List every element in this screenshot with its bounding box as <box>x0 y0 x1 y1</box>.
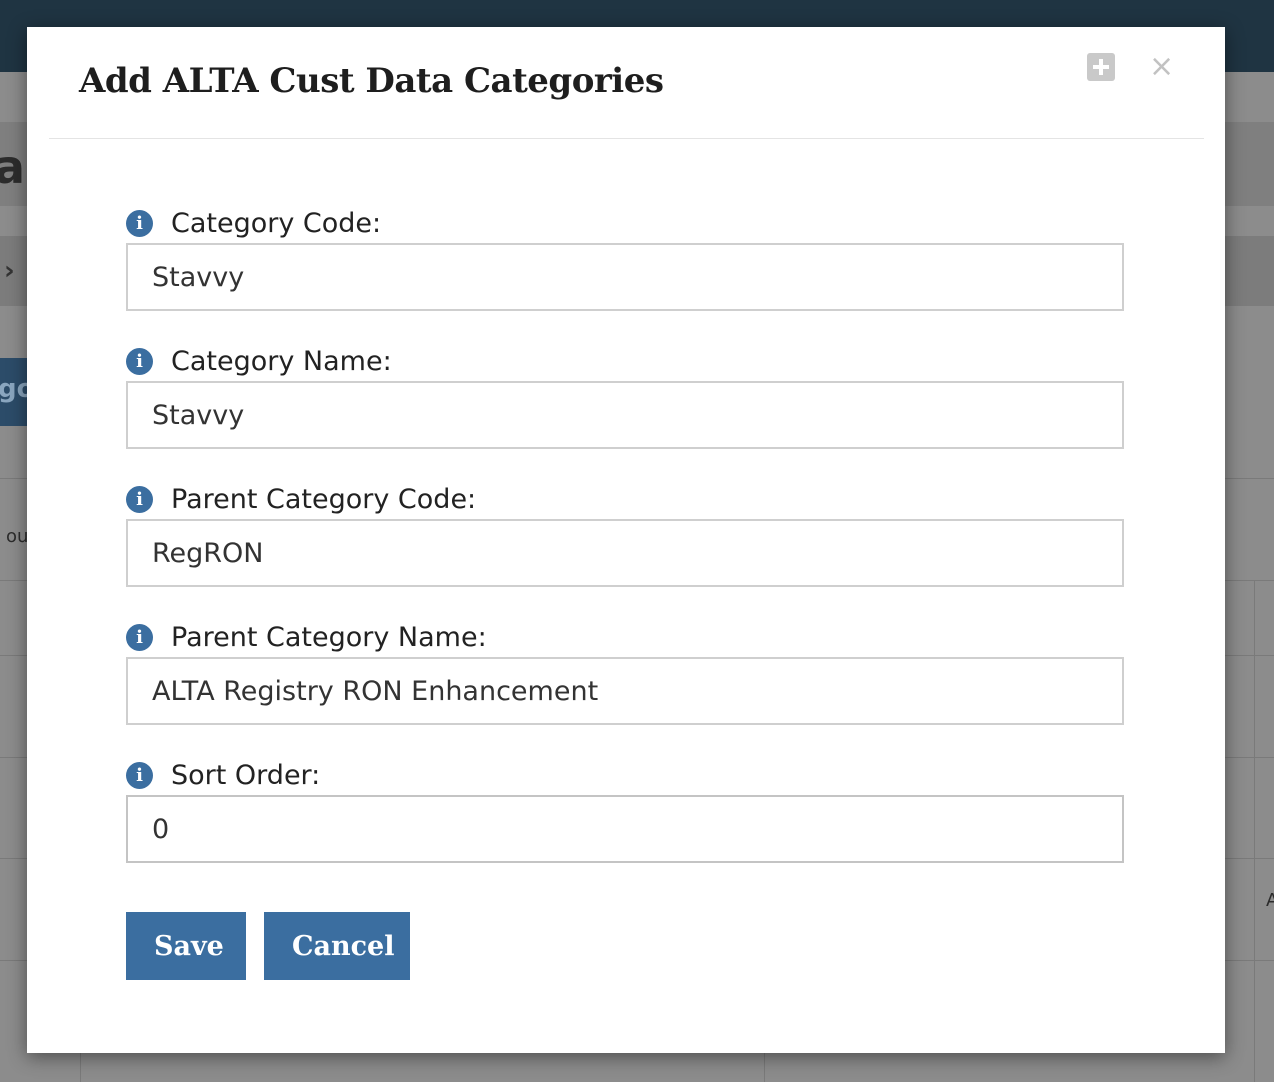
category-code-input[interactable] <box>126 243 1124 311</box>
cancel-button[interactable]: Cancel <box>264 912 410 980</box>
background-row-text: ou <box>6 526 29 547</box>
field-label-row: i Parent Category Name: <box>126 619 1124 655</box>
sort-order-input[interactable] <box>126 795 1124 863</box>
field-label-row: i Sort Order: <box>126 757 1124 793</box>
save-button[interactable]: Save <box>126 912 246 980</box>
category-code-label: Category Code: <box>171 207 382 239</box>
field-sort-order: i Sort Order: <box>126 757 1124 895</box>
field-label-row: i Category Name: <box>126 343 1124 379</box>
dialog-title: Add ALTA Cust Data Categories <box>79 61 664 101</box>
parent-category-code-input[interactable] <box>126 519 1124 587</box>
info-icon[interactable]: i <box>126 209 153 237</box>
field-parent-category-code: i Parent Category Code: <box>126 481 1124 619</box>
dialog-header-actions: × <box>1087 52 1174 82</box>
parent-category-name-label: Parent Category Name: <box>171 621 487 653</box>
background-column-divider <box>1254 580 1255 1082</box>
field-label-row: i Category Code: <box>126 205 1124 241</box>
field-label-row: i Parent Category Code: <box>126 481 1124 517</box>
category-name-label: Category Name: <box>171 345 392 377</box>
parent-category-name-input[interactable] <box>126 657 1124 725</box>
category-name-input[interactable] <box>126 381 1124 449</box>
plus-square-icon[interactable] <box>1087 53 1115 81</box>
parent-category-code-label: Parent Category Code: <box>171 483 477 515</box>
field-category-code: i Category Code: <box>126 205 1124 343</box>
dialog-buttons: Save Cancel <box>126 912 410 980</box>
info-icon[interactable]: i <box>126 347 153 375</box>
background-page-title: a <box>0 140 26 194</box>
info-icon[interactable]: i <box>126 485 153 513</box>
category-form: i Category Code: i Category Name: i Pare… <box>126 205 1124 895</box>
dialog-header-divider <box>49 138 1204 139</box>
close-icon[interactable]: × <box>1149 52 1174 82</box>
chevron-right-icon: › <box>4 256 15 286</box>
field-parent-category-name: i Parent Category Name: <box>126 619 1124 757</box>
add-category-dialog: Add ALTA Cust Data Categories × i Catego… <box>27 27 1225 1053</box>
background-right-text: A <box>1266 890 1274 911</box>
sort-order-label: Sort Order: <box>171 759 321 791</box>
info-icon[interactable]: i <box>126 623 153 651</box>
info-icon[interactable]: i <box>126 761 153 789</box>
field-category-name: i Category Name: <box>126 343 1124 481</box>
